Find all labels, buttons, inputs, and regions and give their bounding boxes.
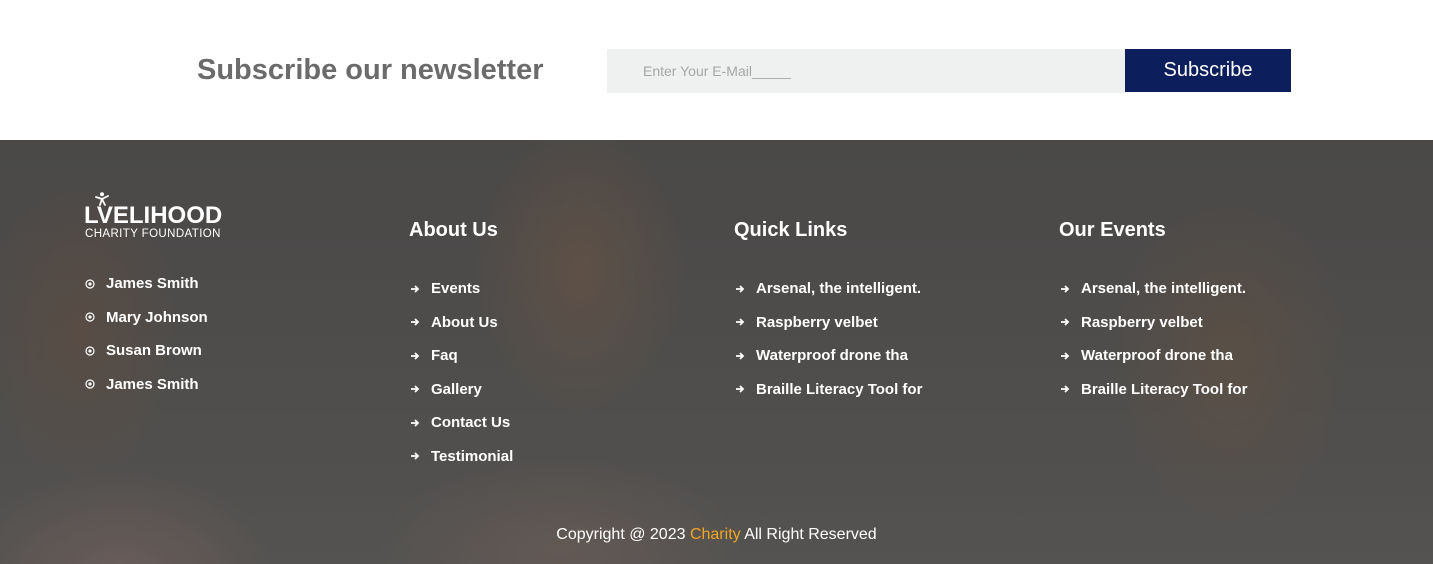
link-label: Arsenal, the intelligent. [1081,280,1247,298]
link-label: Contact Us [431,414,511,432]
arrow-right-icon [1059,317,1070,327]
our-events-list: Arsenal, the intelligent. Raspberry velb… [1059,272,1247,406]
contacts-list: James Smith Mary Johnson Susan Brown Jam… [84,267,208,401]
footer: LVELIHOOD CHARITY FOUNDATION James Smith… [0,140,1433,564]
quick-link[interactable]: Arsenal, the intelligent. [734,272,922,306]
event-link[interactable]: Braille Literacy Tool for [1059,373,1247,407]
quick-link[interactable]: Braille Literacy Tool for [734,373,922,407]
copyright-prefix: Copyright @ 2023 [556,526,690,543]
link-label: About Us [431,313,498,331]
event-link[interactable]: Arsenal, the intelligent. [1059,272,1247,306]
newsletter-section: Subscribe our newsletter Subscribe [0,0,1433,140]
link-label: Gallery [431,380,482,398]
link-label: Braille Literacy Tool for [756,380,923,398]
arrow-right-icon [1059,351,1070,361]
arrow-right-icon [409,351,420,361]
arrow-right-icon [734,351,745,361]
newsletter-title: Subscribe our newsletter [197,54,544,86]
link-label: Events [431,280,481,298]
link-label: Waterproof drone tha [756,347,908,365]
logo-wordmark: LVELIHOOD [84,202,223,229]
copyright-suffix: All Right Reserved [740,526,877,543]
arrow-right-icon [734,317,745,327]
circle-dot-icon [84,279,95,289]
event-link[interactable]: Raspberry velbet [1059,306,1247,340]
arrow-right-icon [1059,284,1070,294]
quick-link[interactable]: Raspberry velbet [734,306,922,340]
contact-label: James Smith [106,375,199,393]
our-events-heading: Our Events [1059,219,1166,241]
link-label: Waterproof drone tha [1081,347,1233,365]
arrow-right-icon [409,284,420,294]
about-heading: About Us [409,219,498,241]
email-input[interactable] [607,49,1125,93]
quick-link[interactable]: Waterproof drone tha [734,339,922,373]
contact-label: James Smith [106,275,199,293]
link-label: Raspberry velbet [1081,313,1203,331]
about-link-events[interactable]: Events [409,272,513,306]
logo-tagline: CHARITY FOUNDATION [85,228,221,240]
arrow-right-icon [409,317,420,327]
quick-links-heading: Quick Links [734,219,848,241]
arrow-right-icon [1059,384,1070,394]
contact-label: Susan Brown [106,342,202,360]
link-label: Raspberry velbet [756,313,878,331]
arrow-right-icon [409,451,420,461]
link-label: Faq [431,347,458,365]
link-label: Arsenal, the intelligent. [756,280,922,298]
contact-item[interactable]: James Smith [84,368,208,402]
link-label: Braille Literacy Tool for [1081,380,1248,398]
subscribe-button[interactable]: Subscribe [1125,49,1291,92]
about-links: Events About Us Faq Gallery Contact Us T… [409,272,513,473]
logo[interactable]: LVELIHOOD CHARITY FOUNDATION [84,192,244,242]
link-label: Testimonial [431,447,514,465]
quick-links-list: Arsenal, the intelligent. Raspberry velb… [734,272,922,406]
event-link[interactable]: Waterproof drone tha [1059,339,1247,373]
about-link-about-us[interactable]: About Us [409,306,513,340]
about-link-gallery[interactable]: Gallery [409,373,513,407]
circle-dot-icon [84,312,95,322]
circle-dot-icon [84,346,95,356]
arrow-right-icon [734,284,745,294]
arrow-right-icon [409,384,420,394]
copyright: Copyright @ 2023 Charity All Right Reser… [0,527,1433,543]
contact-item[interactable]: Susan Brown [84,334,208,368]
arrow-right-icon [409,418,420,428]
about-link-faq[interactable]: Faq [409,339,513,373]
contact-item[interactable]: James Smith [84,267,208,301]
circle-dot-icon [84,379,95,389]
contact-item[interactable]: Mary Johnson [84,301,208,335]
about-link-contact-us[interactable]: Contact Us [409,406,513,440]
contact-label: Mary Johnson [106,308,208,326]
copyright-brand-link[interactable]: Charity [690,526,741,543]
arrow-right-icon [734,384,745,394]
about-link-testimonial[interactable]: Testimonial [409,440,513,474]
